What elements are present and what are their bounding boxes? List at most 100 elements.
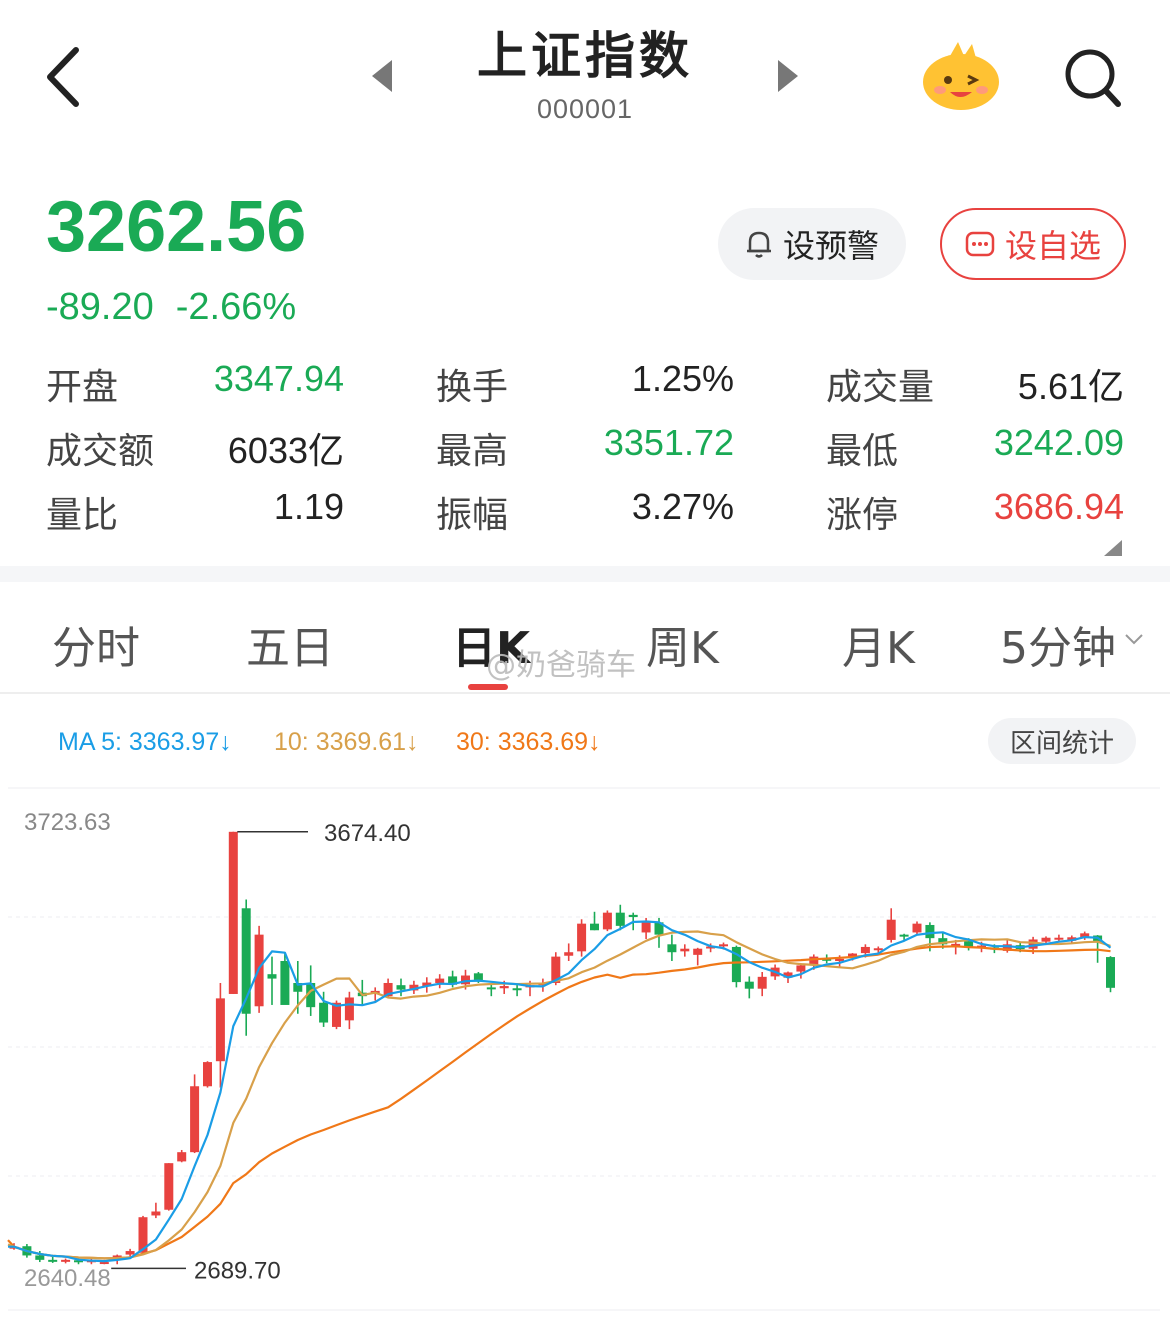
- candle-body: [912, 923, 922, 933]
- set-alert-button[interactable]: 设预警: [718, 208, 906, 280]
- ma30-value: 30: 3363.69: [456, 728, 589, 756]
- candle-body: [215, 998, 225, 1062]
- tab-intraday[interactable]: 分时: [52, 612, 140, 676]
- candle-body: [151, 1211, 161, 1216]
- candle-body: [61, 1259, 71, 1262]
- expand-stats-icon[interactable]: [1104, 540, 1122, 556]
- candle-body: [873, 948, 883, 951]
- candle-body: [719, 944, 728, 947]
- change-percent: -2.66%: [175, 286, 297, 328]
- high-annotation: 3674.40: [324, 820, 411, 847]
- next-stock-arrow-icon[interactable]: [776, 58, 800, 94]
- candle-body: [835, 958, 845, 962]
- search-icon[interactable]: [1062, 44, 1124, 110]
- mascot-icon[interactable]: [920, 38, 1002, 112]
- candle-body: [486, 987, 496, 990]
- candle-body: [860, 946, 870, 954]
- tab-weekly-k[interactable]: 周K: [646, 612, 719, 676]
- stat-value: 1.25%: [631, 358, 734, 399]
- candle-body: [190, 1086, 200, 1153]
- stat-value: 5.61亿: [1017, 366, 1124, 407]
- stat-label: 最低: [826, 431, 899, 472]
- stat-label: 开盘: [46, 367, 119, 408]
- candle-body: [602, 912, 612, 930]
- set-alert-label: 设预警: [782, 227, 879, 265]
- candle-body: [177, 1152, 187, 1162]
- add-favorite-button[interactable]: 设自选: [940, 208, 1126, 280]
- kline-chart[interactable]: 3723.63 2640.48 3674.40 2689.70: [0, 780, 1170, 1319]
- candle-body: [667, 944, 677, 953]
- active-tab-indicator: [468, 684, 508, 690]
- candle-body: [796, 965, 806, 972]
- ma10-line: [7, 930, 1111, 1260]
- candle-body: [203, 1062, 212, 1087]
- y-axis-bottom-label: 2640.48: [24, 1265, 111, 1292]
- tab-monthly-k[interactable]: 月K: [842, 612, 915, 676]
- candle-body: [1106, 957, 1115, 988]
- stat-label: 涨停: [826, 495, 899, 536]
- candle-body: [925, 924, 935, 939]
- candle-body: [577, 923, 587, 952]
- ma30-arrow: ↓: [588, 728, 601, 756]
- candle-body: [280, 961, 290, 1005]
- candle-body: [886, 919, 896, 940]
- range-stats-button[interactable]: 区间统计: [988, 718, 1136, 764]
- ma5-legend: MA 5: 3363.97↓: [58, 728, 232, 757]
- candle-body: [512, 988, 522, 991]
- stat-label: 振幅: [436, 495, 509, 536]
- candle-body: [1041, 937, 1051, 942]
- stat-value: 3351.72: [603, 422, 734, 463]
- y-axis-top-label: 3723.63: [24, 809, 111, 836]
- candle-body: [319, 1002, 329, 1023]
- watermark: @奶爸骑车: [486, 648, 636, 683]
- candle-body: [628, 914, 638, 918]
- stat-label: 最高: [436, 431, 509, 472]
- stat-value: 3686.94: [993, 486, 1124, 527]
- stat-label: 换手: [436, 367, 509, 408]
- candle-body: [641, 921, 651, 933]
- section-divider: [0, 566, 1170, 582]
- stat-label: 成交量: [826, 367, 935, 408]
- candle-body: [1054, 937, 1064, 940]
- tab-five-day[interactable]: 五日: [246, 612, 334, 676]
- price-change: -89.20 -2.66%: [46, 286, 318, 329]
- candle-body: [1028, 939, 1038, 949]
- candle-body: [99, 1262, 109, 1265]
- current-price: 3262.56: [46, 187, 307, 267]
- stat-value: 6033亿: [227, 430, 344, 471]
- candle-body: [693, 948, 703, 955]
- chevron-down-icon[interactable]: [1124, 632, 1144, 646]
- favorite-icon: [965, 231, 995, 257]
- candle-body: [48, 1259, 58, 1262]
- candle-body: [228, 831, 238, 994]
- candle-body: [435, 978, 445, 983]
- ma30-legend: 30: 3363.69↓: [456, 728, 601, 757]
- bell-icon: [746, 231, 771, 258]
- candle-body: [344, 997, 354, 1021]
- change-value: -89.20: [46, 286, 154, 328]
- ma5-arrow: ↓: [219, 728, 232, 756]
- stat-value: 3347.94: [213, 358, 344, 399]
- stat-value: 3.27%: [631, 486, 734, 527]
- ma10-value: 10: 3369.61: [274, 728, 407, 756]
- stat-label: 量比: [46, 495, 119, 536]
- candle-body: [267, 974, 277, 979]
- tab-5-minute[interactable]: 5分钟: [1000, 612, 1116, 676]
- candle-body: [899, 934, 909, 937]
- candle-body: [680, 948, 690, 952]
- candle-body: [744, 981, 754, 989]
- candle-body: [35, 1255, 45, 1260]
- candle-body: [499, 986, 509, 989]
- ma5-value: MA 5: 3363.97: [58, 728, 220, 756]
- candle-body: [615, 912, 625, 926]
- candle-body: [125, 1251, 135, 1255]
- ma10-arrow: ↓: [406, 728, 419, 756]
- ma10-legend: 10: 3369.61↓: [274, 728, 419, 757]
- candle-body: [164, 1163, 174, 1210]
- candle-body: [396, 985, 406, 990]
- add-favorite-label: 设自选: [1004, 227, 1101, 265]
- stat-value: 1.19: [273, 486, 344, 527]
- stat-value: 3242.09: [993, 422, 1124, 463]
- tabs-divider: [0, 692, 1170, 694]
- candle-body: [757, 976, 767, 989]
